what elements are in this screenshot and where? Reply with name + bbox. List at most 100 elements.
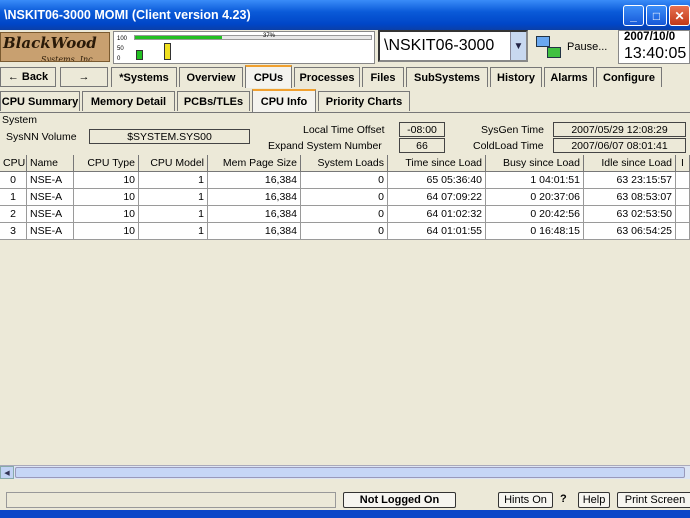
expand-system-number-value: 66 [399,138,445,153]
table-cell: NSE-A [27,189,74,206]
subtab-cpu-info[interactable]: CPU Info [252,89,316,112]
meter-track: 37% [134,33,372,40]
table-cell: 0 [301,172,388,189]
table-cell: 1 [139,206,208,223]
pause-label: Pause... [567,41,608,53]
sub-tabs: CPU Summary Memory Detail PCBs/TLEs CPU … [0,89,690,113]
subtab-cpu-summary[interactable]: CPU Summary [0,91,80,111]
main-tabs: ← Back → *Systems Overview CPUs Processe… [0,65,690,89]
close-button[interactable]: ✕ [669,5,690,26]
system-section-label: System [2,114,38,126]
system-selector[interactable]: \NSKIT06-3000 ▼ [378,30,528,62]
tab-files[interactable]: Files [362,67,404,87]
window-title: \NSKIT06-3000 MOMI (Client version 4.23) [4,8,251,22]
question-icon[interactable]: ? [560,493,567,505]
hints-button[interactable]: Hints On [498,492,553,508]
table-cell: 10 [74,189,139,206]
table-cell: NSE-A [27,172,74,189]
table-cell: 1 [139,172,208,189]
col-header[interactable]: CPU Model [139,155,208,172]
blackwood-logo: BlackWood Systems, Inc. [0,32,110,62]
expand-system-number-label: Expand System Number [268,140,382,152]
table-row[interactable]: 3 NSE-A 10 1 16,384 0 64 01:01:55 0 16:48:15 63 … [0,223,690,240]
table-row[interactable]: 2 NSE-A 10 1 16,384 0 64 01:02:32 0 20:42:56 63 … [0,206,690,223]
table-cell: 10 [74,172,139,189]
help-button[interactable]: Help [578,492,610,508]
col-header[interactable]: System Loads [301,155,388,172]
table-cell: 16,384 [208,206,301,223]
print-screen-button[interactable]: Print Screen [617,492,690,508]
window-controls: _ □ ✕ [623,5,690,26]
subtab-pcbs-tles[interactable]: PCBs/TLEs [177,91,250,111]
status-bar: Not Logged On Hints On ? Help Print Scre… [0,490,690,510]
status-message-field [6,492,336,508]
table-cell: 10 [74,206,139,223]
table-cell: 64 07:09:22 [388,189,486,206]
maximize-button[interactable]: □ [646,5,667,26]
meter-bar-cpu0 [136,50,143,60]
table-cell: 16,384 [208,223,301,240]
table-row[interactable]: 0 NSE-A 10 1 16,384 0 65 05:36:40 1 04:01:51 63 … [0,172,690,189]
table-cell: NSE-A [27,223,74,240]
meter-fill [135,36,223,39]
tab-cpus[interactable]: CPUs [245,65,292,88]
meter-bar-cpu1 [164,43,171,60]
table-cell: 64 01:02:32 [388,206,486,223]
cpu-busy-meter: 100 50 0 37% [113,31,375,64]
table-cell: 63 08:53:07 [584,189,676,206]
table-cell: 1 [139,189,208,206]
table-cell: 0 [301,223,388,240]
tab-alarms[interactable]: Alarms [544,67,594,87]
table-cell: 0 16:48:15 [486,223,584,240]
col-header[interactable]: Busy since Load [486,155,584,172]
col-header[interactable]: CPU [0,155,27,172]
col-header[interactable]: CPU Type [74,155,139,172]
network-icon [534,34,564,60]
tab-systems[interactable]: *Systems [111,67,177,87]
window-frame-bottom [0,510,690,518]
forward-button[interactable]: → [60,67,108,87]
table-cell: 63 23:15:57 [584,172,676,189]
col-header[interactable]: I [676,155,690,172]
tab-subsystems[interactable]: SubSystems [406,67,488,87]
table-cell: 1 [0,189,27,206]
table-cell: 64 01:01:55 [388,223,486,240]
tab-configure[interactable]: Configure [596,67,662,87]
table-cell: 2 [0,206,27,223]
cpu-info-panel: System SysNN Volume $SYSTEM.SYS00 Local … [0,113,690,490]
table-cell: 0 [301,206,388,223]
table-cell: 1 [139,223,208,240]
scroll-left-icon[interactable]: ◀ [0,466,14,479]
tab-overview[interactable]: Overview [179,67,243,87]
table-row[interactable]: 1 NSE-A 10 1 16,384 0 64 07:09:22 0 20:37:06 63 … [0,189,690,206]
clock-time: 13:40:05 [624,45,687,62]
col-header[interactable]: Mem Page Size [208,155,301,172]
horizontal-scrollbar[interactable]: ◀ [0,465,690,479]
chevron-down-icon[interactable]: ▼ [510,32,526,60]
table-cell [676,189,690,206]
back-button[interactable]: ← Back [0,67,56,87]
subtab-priority-charts[interactable]: Priority Charts [318,91,410,111]
logo-subtext: Systems, Inc. [41,55,96,62]
tab-history[interactable]: History [490,67,542,87]
subtab-memory-detail[interactable]: Memory Detail [82,91,175,111]
scroll-thumb[interactable] [15,467,685,478]
table-cell: 63 02:53:50 [584,206,676,223]
table-cell: 63 06:54:25 [584,223,676,240]
local-time-offset-value: -08:00 [399,122,445,137]
minimize-button[interactable]: _ [623,5,644,26]
pause-button[interactable]: Pause... [534,31,614,63]
sysgen-time-value: 2007/05/29 12:08:29 [553,122,686,137]
sysnn-value: $SYSTEM.SYS00 [89,129,250,144]
system-name: \NSKIT06-3000 [384,37,495,54]
col-header[interactable]: Idle since Load [584,155,676,172]
table-cell [676,206,690,223]
sysnn-label: SysNN Volume [6,131,77,143]
table-cell [676,172,690,189]
tab-processes[interactable]: Processes [294,67,360,87]
col-header[interactable]: Name [27,155,74,172]
login-status-button[interactable]: Not Logged On [343,492,456,508]
coldload-time-label: ColdLoad Time [473,140,544,152]
col-header[interactable]: Time since Load [388,155,486,172]
meter-percent: 37% [263,33,276,39]
